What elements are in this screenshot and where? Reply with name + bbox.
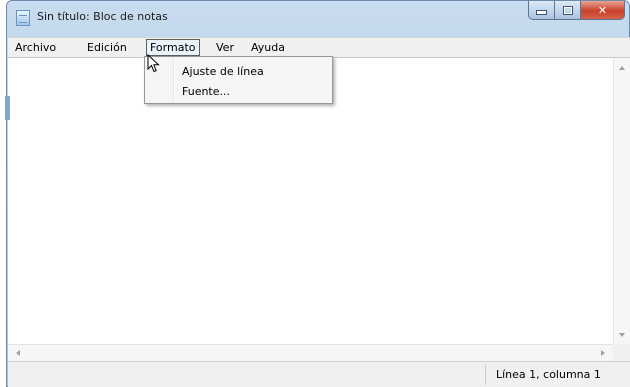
status-bar: Línea 1, columna 1 bbox=[8, 361, 630, 387]
vertical-scrollbar[interactable] bbox=[613, 58, 630, 345]
horizontal-scrollbar[interactable] bbox=[8, 344, 613, 361]
notepad-icon[interactable] bbox=[16, 10, 30, 26]
menu-archivo[interactable]: Archivo bbox=[12, 39, 59, 56]
close-icon: ✕ bbox=[597, 3, 608, 17]
mouse-pointer-icon bbox=[147, 54, 160, 73]
window-title: Sin título: Bloc de notas bbox=[37, 10, 168, 23]
menu-bar: Archivo Edición Formato Ver Ayuda bbox=[8, 37, 630, 57]
maximize-icon bbox=[562, 5, 573, 15]
menu-item-ajuste-de-linea[interactable]: Ajuste de línea bbox=[182, 65, 264, 78]
scroll-left-icon[interactable] bbox=[16, 350, 20, 356]
maximize-button[interactable] bbox=[555, 1, 581, 20]
menu-item-fuente[interactable]: Fuente... bbox=[182, 85, 230, 98]
format-menu-dropdown: Ajuste de línea Fuente... bbox=[144, 56, 333, 104]
cursor-position: Línea 1, columna 1 bbox=[496, 368, 601, 381]
scroll-right-icon[interactable] bbox=[601, 350, 605, 356]
caption-buttons: ✕ bbox=[528, 1, 625, 21]
close-button[interactable]: ✕ bbox=[581, 1, 625, 20]
menu-gutter bbox=[173, 59, 175, 101]
menu-ver[interactable]: Ver bbox=[213, 39, 237, 56]
scroll-up-icon[interactable] bbox=[619, 66, 625, 70]
status-divider bbox=[485, 365, 486, 385]
minimize-button[interactable] bbox=[528, 1, 555, 20]
window-edge-highlight bbox=[5, 96, 10, 120]
menu-ayuda[interactable]: Ayuda bbox=[248, 39, 288, 56]
title-bar[interactable]: Sin título: Bloc de notas ✕ bbox=[7, 1, 629, 37]
scroll-down-icon[interactable] bbox=[619, 333, 625, 337]
scrollbar-corner bbox=[613, 344, 630, 361]
minimize-icon bbox=[536, 9, 547, 15]
menu-edicion[interactable]: Edición bbox=[84, 39, 130, 56]
